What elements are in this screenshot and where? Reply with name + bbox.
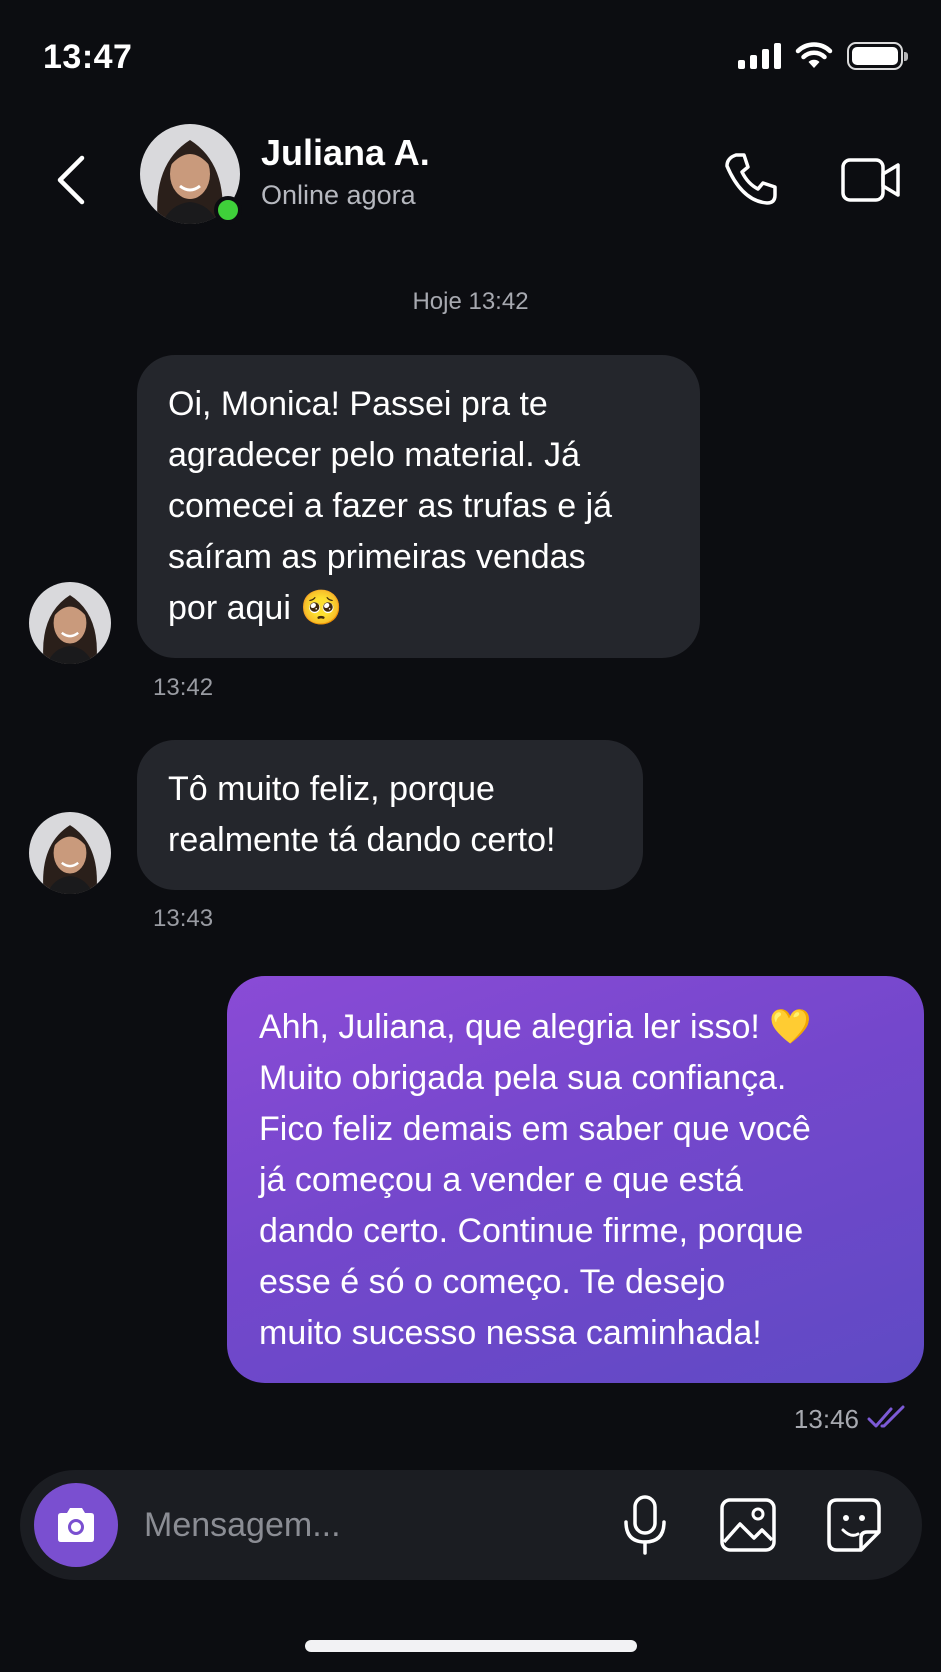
avatar-photo — [29, 812, 111, 894]
status-icons — [738, 42, 908, 70]
battery-icon — [847, 42, 908, 70]
image-icon — [720, 1498, 776, 1552]
microphone-button[interactable] — [620, 1494, 670, 1556]
avatar-photo — [29, 582, 111, 664]
camera-button[interactable] — [34, 1483, 118, 1567]
message-text: Ahh, Juliana, que alegria ler isso! 💛 Mu… — [259, 1008, 812, 1352]
back-button[interactable] — [48, 150, 98, 210]
sticker-button[interactable] — [825, 1496, 883, 1554]
wifi-icon — [795, 42, 833, 68]
message-time: 13:42 — [153, 674, 214, 701]
status-time: 13:47 — [43, 38, 133, 76]
phone-icon — [725, 153, 777, 205]
online-status-dot — [214, 196, 242, 224]
message-bubble-outgoing[interactable]: Ahh, Juliana, que alegria ler isso! 💛 Mu… — [227, 976, 924, 1383]
message-bubble-incoming[interactable]: Tô muito feliz, porque realmente tá dand… — [137, 740, 643, 890]
message-composer — [20, 1470, 922, 1580]
sticker-icon — [827, 1498, 881, 1552]
contact-name[interactable]: Juliana A. — [261, 132, 430, 174]
sender-avatar[interactable] — [29, 812, 111, 894]
sender-avatar[interactable] — [29, 582, 111, 664]
message-input[interactable] — [144, 1498, 584, 1552]
home-indicator[interactable] — [305, 1640, 637, 1652]
video-camera-icon — [841, 158, 900, 202]
message-text: Tô muito feliz, porque realmente tá dand… — [168, 770, 556, 859]
chat-header: Juliana A. Online agora — [0, 110, 941, 230]
message-text: Oi, Monica! Passei pra te agradecer pelo… — [168, 385, 613, 627]
microphone-icon — [624, 1495, 666, 1555]
message-bubble-incoming[interactable]: Oi, Monica! Passei pra te agradecer pelo… — [137, 355, 700, 658]
voice-call-button[interactable] — [722, 150, 780, 208]
gallery-button[interactable] — [718, 1496, 778, 1554]
chevron-left-icon — [57, 155, 85, 205]
cellular-signal-icon — [738, 43, 781, 69]
double-check-icon — [867, 1405, 905, 1428]
message-time: 13:46 — [793, 1404, 859, 1434]
contact-avatar[interactable] — [140, 124, 242, 224]
message-time: 13:43 — [153, 905, 214, 932]
video-call-button[interactable] — [840, 154, 902, 206]
contact-status: Online agora — [261, 180, 416, 210]
camera-icon — [58, 1508, 94, 1542]
day-stamp: Hoje 13:42 — [412, 288, 529, 315]
